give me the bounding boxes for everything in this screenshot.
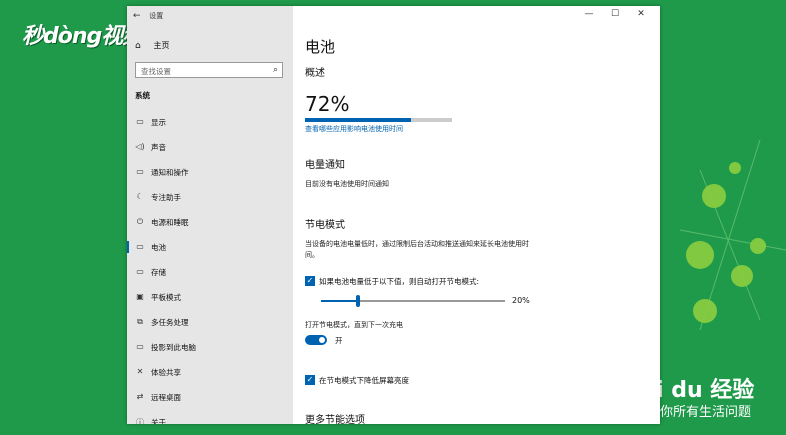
sidebar-item[interactable]: ▭ 通知和操作: [127, 160, 293, 185]
lower-brightness-label: 在节电模式下降低屏幕亮度: [319, 376, 409, 385]
sidebar: ← 设置 ⌂ 主页 查找设置 ⌕ 系统 ▭ 显示 ◁) 声音 ▭ 通知和操作 ☾ 专注助手 ⏻ 电…: [127, 6, 293, 424]
monitor-icon: ▭: [136, 117, 144, 126]
sidebar-item[interactable]: ▭ 显示: [127, 110, 293, 135]
sidebar-item[interactable]: ☾ 专注助手: [127, 185, 293, 210]
sidebar-item[interactable]: ⏻ 电源和睡眠: [127, 210, 293, 235]
sidebar-item-label: 多任务处理: [151, 318, 189, 327]
sidebar-item[interactable]: ▣ 平板模式: [127, 285, 293, 310]
sidebar-item-label: 专注助手: [151, 193, 181, 202]
saver-toggle[interactable]: [305, 335, 327, 345]
search-placeholder: 查找设置: [141, 67, 171, 76]
home-nav-item[interactable]: ⌂ 主页: [135, 40, 170, 51]
project-icon: ▭: [136, 342, 144, 351]
saver-description: 当设备的电池电量低时，通过限制后台活动和推送通知来延长电池使用时间。: [305, 240, 529, 259]
until-charge-label: 打开节电模式，直到下一次充电: [305, 321, 403, 329]
threshold-slider-fill: [321, 300, 358, 302]
home-label: 主页: [153, 41, 170, 50]
baidu-watermark: i du 经验: [656, 378, 755, 403]
page-title: 电池: [305, 38, 336, 56]
threshold-slider[interactable]: [321, 295, 505, 307]
overview-heading: 概述: [305, 68, 325, 79]
multitask-icon: ⧉: [137, 317, 143, 326]
titlebar: ← 设置: [133, 11, 163, 21]
sidebar-item[interactable]: ◁) 声音: [127, 135, 293, 160]
sidebar-item-label: 关于: [151, 418, 166, 424]
moon-icon: ☾: [136, 192, 144, 201]
home-icon: ⌂: [135, 41, 141, 51]
battery-level-fill: [305, 118, 411, 122]
sidebar-item[interactable]: ▭ 存储: [127, 260, 293, 285]
battery-level-bar: [305, 118, 452, 122]
notification-text: 目前没有电池使用时间通知: [305, 180, 389, 188]
share-icon: ✕: [136, 367, 144, 376]
sidebar-item-label: 电池: [151, 243, 166, 252]
more-options-heading: 更多节能选项: [305, 415, 365, 424]
battery-icon: ▭: [136, 242, 144, 251]
threshold-slider-thumb[interactable]: [355, 295, 360, 307]
sidebar-item-label: 存储: [151, 268, 166, 277]
sidebar-item-label: 投影到此电脑: [151, 343, 196, 352]
sidebar-item[interactable]: ⓘ 关于: [127, 410, 293, 424]
toggle-knob: [319, 337, 325, 343]
maximize-icon[interactable]: ☐: [602, 9, 628, 19]
sidebar-item[interactable]: ⧉ 多任务处理: [127, 310, 293, 335]
search-icon: ⌕: [272, 65, 278, 75]
tablet-icon: ▣: [136, 292, 144, 301]
apps-usage-link[interactable]: 查看哪些应用影响电池使用时间: [305, 124, 403, 134]
sidebar-item[interactable]: ✕ 体验共享: [127, 360, 293, 385]
main-content: — ☐ ✕ 电池 概述 72% 查看哪些应用影响电池使用时间 电量通知 目前没有电池…: [293, 6, 660, 424]
sidebar-item-label: 显示: [151, 118, 166, 127]
close-icon[interactable]: ✕: [628, 9, 654, 19]
storage-icon: ▭: [136, 267, 144, 276]
sidebar-item-label: 远程桌面: [151, 393, 181, 402]
watermark-logo: 秒dòng视频: [22, 24, 144, 49]
auto-saver-label: 如果电池电量低于以下值，则自动打开节电模式:: [319, 277, 480, 286]
notification-heading: 电量通知: [305, 160, 345, 171]
power-icon: ⏻: [136, 217, 144, 226]
minimize-icon[interactable]: —: [576, 9, 602, 19]
sidebar-item[interactable]: ⇄ 远程桌面: [127, 385, 293, 410]
window-title: 设置: [149, 12, 164, 20]
auto-saver-checkbox[interactable]: ✓: [305, 276, 315, 286]
sidebar-item-label: 平板模式: [151, 293, 181, 302]
saver-heading: 节电模式: [305, 220, 345, 231]
settings-window: ← 设置 ⌂ 主页 查找设置 ⌕ 系统 ▭ 显示 ◁) 声音 ▭ 通知和操作 ☾ 专注助手 ⏻ 电…: [127, 6, 660, 424]
lower-brightness-checkbox[interactable]: ✓: [305, 375, 315, 385]
sidebar-item-label: 声音: [151, 143, 166, 152]
toggle-state-label: 开: [335, 336, 343, 345]
sidebar-item[interactable]: ▭ 电池: [127, 235, 293, 260]
sidebar-item-label: 通知和操作: [151, 168, 189, 177]
sidebar-nav: ▭ 显示 ◁) 声音 ▭ 通知和操作 ☾ 专注助手 ⏻ 电源和睡眠 ▭ 电池 ▭ 存储 ▣ 平板模式 ⧉ 多任务处…: [127, 110, 293, 424]
sidebar-item-label: 电源和睡眠: [151, 218, 189, 227]
sidebar-item-label: 体验共享: [151, 368, 181, 377]
threshold-value: 20%: [512, 296, 530, 305]
window-controls: — ☐ ✕: [576, 9, 654, 19]
notification-icon: ▭: [136, 167, 144, 176]
sidebar-item[interactable]: ▭ 投影到此电脑: [127, 335, 293, 360]
info-icon: ⓘ: [136, 418, 144, 424]
search-input[interactable]: 查找设置 ⌕: [135, 62, 283, 78]
battery-percent: 72%: [305, 92, 350, 116]
speaker-icon: ◁): [135, 142, 145, 151]
section-label: 系统: [135, 91, 150, 100]
back-arrow-icon[interactable]: ←: [133, 11, 147, 21]
remote-icon: ⇄: [136, 392, 144, 401]
baidu-watermark-subtitle: 你所有生活问题: [660, 405, 752, 420]
